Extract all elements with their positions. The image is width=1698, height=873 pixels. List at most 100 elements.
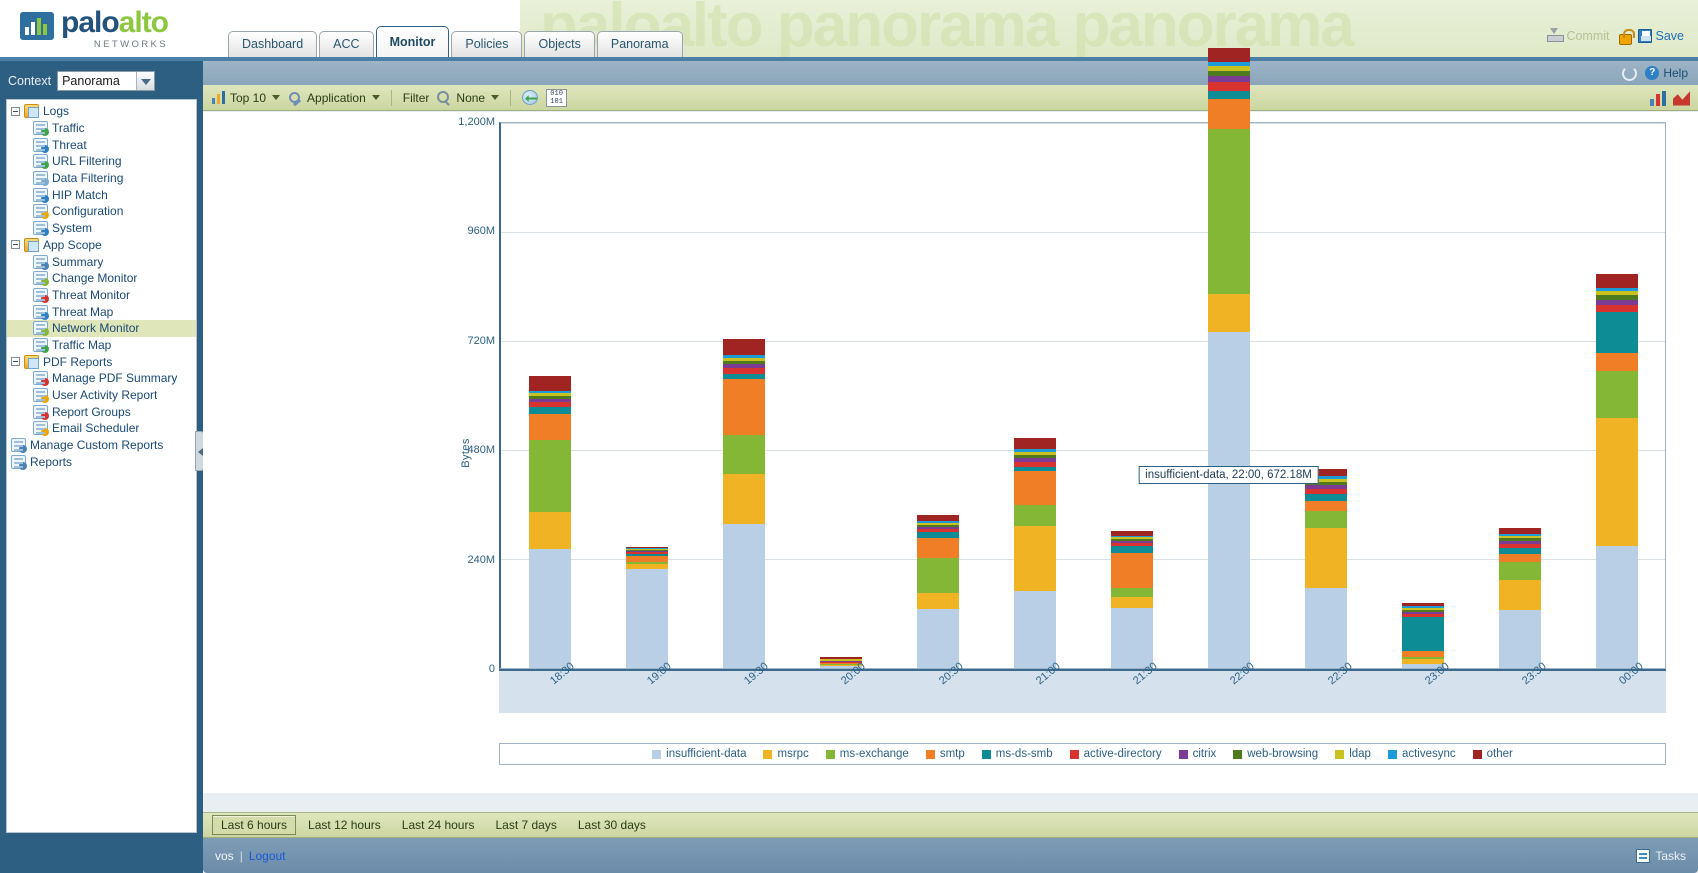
- bar-segment[interactable]: [1013, 525, 1056, 591]
- raw-data-icon[interactable]: 010 101: [546, 88, 568, 107]
- sidebar-item-url-filtering[interactable]: URL Filtering: [7, 153, 196, 170]
- tab-panorama[interactable]: Panorama: [596, 31, 683, 57]
- sidebar-item-traffic-map[interactable]: Traffic Map: [7, 337, 196, 354]
- bar-20-30[interactable]: [916, 514, 959, 668]
- bar-segment[interactable]: [1304, 501, 1347, 511]
- legend-item-ms-ds-smb[interactable]: ms-ds-smb: [981, 748, 1053, 760]
- bar-segment[interactable]: [528, 414, 571, 440]
- range-button-last-24-hours[interactable]: Last 24 hours: [393, 815, 484, 835]
- legend-item-citrix[interactable]: citrix: [1178, 748, 1216, 760]
- bar-22-00[interactable]: [1207, 48, 1250, 668]
- bar-23-30[interactable]: [1498, 528, 1541, 668]
- bar-19-00[interactable]: [625, 546, 668, 668]
- bar-segment[interactable]: [1304, 494, 1347, 501]
- legend-item-ldap[interactable]: ldap: [1335, 748, 1371, 760]
- bar-segment[interactable]: [1304, 511, 1347, 528]
- sidebar-item-threat-monitor[interactable]: Threat Monitor: [7, 287, 196, 304]
- bar-segment[interactable]: [1013, 590, 1056, 668]
- bar-segment[interactable]: [1498, 553, 1541, 562]
- bar-segment[interactable]: [1207, 128, 1250, 294]
- bar-segment[interactable]: [1595, 370, 1638, 418]
- bar-segment[interactable]: [528, 549, 571, 668]
- sidebar-item-report-groups[interactable]: Report Groups: [7, 403, 196, 420]
- range-button-last-30-days[interactable]: Last 30 days: [569, 815, 655, 835]
- bar-segment[interactable]: [916, 558, 959, 593]
- bar-23-00[interactable]: [1401, 603, 1444, 668]
- bar-segment[interactable]: [625, 569, 668, 668]
- bar-21-00[interactable]: [1013, 437, 1056, 668]
- lock-icon[interactable]: [1617, 28, 1635, 45]
- group-by-selector[interactable]: Application: [288, 91, 380, 105]
- sidebar-item-change-monitor[interactable]: Change Monitor: [7, 270, 196, 287]
- tasks-button[interactable]: Tasks: [1636, 848, 1686, 863]
- sidebar-item-hip-match[interactable]: HIP Match: [7, 186, 196, 203]
- context-dropdown[interactable]: Panorama: [57, 71, 156, 91]
- sidebar-item-user-activity-report[interactable]: User Activity Report: [7, 387, 196, 404]
- sidebar-item-reports[interactable]: Reports: [7, 453, 196, 470]
- bar-19-30[interactable]: [722, 338, 765, 668]
- bar-segment[interactable]: [1595, 545, 1638, 668]
- commit-button[interactable]: Commit: [1547, 28, 1610, 43]
- sidebar-item-pdf-reports[interactable]: PDF Reports: [7, 353, 196, 370]
- tab-dashboard[interactable]: Dashboard: [228, 31, 318, 57]
- bar-18-30[interactable]: [528, 375, 571, 668]
- bar-segment[interactable]: [722, 524, 765, 668]
- bar-segment[interactable]: [528, 407, 571, 414]
- bar-segment[interactable]: [1498, 609, 1541, 668]
- range-button-last-6-hours[interactable]: Last 6 hours: [212, 815, 297, 835]
- bar-segment[interactable]: [1498, 579, 1541, 610]
- bar-segment[interactable]: [1207, 332, 1250, 668]
- bar-segment[interactable]: [1595, 418, 1638, 546]
- bar-segment[interactable]: [916, 609, 959, 668]
- bar-segment[interactable]: [1498, 562, 1541, 580]
- refresh-icon[interactable]: [1622, 65, 1638, 81]
- legend-item-smtp[interactable]: smtp: [925, 748, 965, 760]
- tree-toggle-icon[interactable]: [11, 106, 20, 116]
- legend-item-active-directory[interactable]: active-directory: [1069, 748, 1162, 760]
- bar-segment[interactable]: [1304, 528, 1347, 588]
- bar-segment[interactable]: [916, 538, 959, 558]
- sidebar-item-manage-custom-reports[interactable]: Manage Custom Reports: [7, 437, 196, 454]
- legend-item-msrpc[interactable]: msrpc: [763, 748, 809, 760]
- legend-item-insufficient-data[interactable]: insufficient-data: [652, 748, 746, 760]
- sidebar-item-manage-pdf-summary[interactable]: Manage PDF Summary: [7, 370, 196, 387]
- sidebar-item-system[interactable]: System: [7, 220, 196, 237]
- bar-segment[interactable]: [722, 379, 765, 435]
- tab-monitor[interactable]: Monitor: [375, 26, 450, 57]
- logout-link[interactable]: Logout: [249, 849, 286, 863]
- bar-segment[interactable]: [1207, 48, 1250, 62]
- chevron-down-icon[interactable]: [136, 72, 155, 90]
- bar-segment[interactable]: [1110, 588, 1153, 597]
- sidebar-item-threat[interactable]: Threat: [7, 136, 196, 153]
- sidebar-item-data-filtering[interactable]: Data Filtering: [7, 170, 196, 187]
- top-n-selector[interactable]: Top 10: [212, 91, 281, 105]
- bar-segment[interactable]: [528, 440, 571, 512]
- help-button[interactable]: ? Help: [1645, 66, 1688, 80]
- save-button[interactable]: Save: [1637, 28, 1684, 43]
- sidebar-item-app-scope[interactable]: App Scope: [7, 237, 196, 254]
- tab-policies[interactable]: Policies: [451, 31, 523, 57]
- range-button-last-12-hours[interactable]: Last 12 hours: [299, 815, 390, 835]
- bar-segment[interactable]: [1013, 437, 1056, 449]
- sidebar-item-network-monitor[interactable]: Network Monitor: [7, 319, 196, 337]
- bar-segment[interactable]: [528, 511, 571, 549]
- filter-selector[interactable]: None: [437, 90, 500, 105]
- sidebar-item-email-scheduler[interactable]: Email Scheduler: [7, 420, 196, 437]
- context-selector[interactable]: Context Panorama: [8, 71, 156, 91]
- bar-segment[interactable]: [1110, 608, 1153, 668]
- bar-segment[interactable]: [1207, 98, 1250, 129]
- tree-toggle-icon[interactable]: [11, 240, 20, 250]
- bar-segment[interactable]: [722, 474, 765, 524]
- bar-22-30[interactable]: [1304, 468, 1347, 668]
- bar-segment[interactable]: [722, 435, 765, 474]
- sidebar-item-configuration[interactable]: Configuration: [7, 203, 196, 220]
- bar-segment[interactable]: [1595, 353, 1638, 371]
- bar-segment[interactable]: [1401, 616, 1444, 651]
- bar-21-30[interactable]: [1110, 530, 1153, 668]
- bar-segment[interactable]: [916, 593, 959, 609]
- bar-segment[interactable]: [1013, 471, 1056, 505]
- legend-item-web-browsing[interactable]: web-browsing: [1233, 748, 1318, 760]
- tab-acc[interactable]: ACC: [319, 31, 374, 57]
- bar-segment[interactable]: [1595, 273, 1638, 288]
- bar-segment[interactable]: [1013, 504, 1056, 526]
